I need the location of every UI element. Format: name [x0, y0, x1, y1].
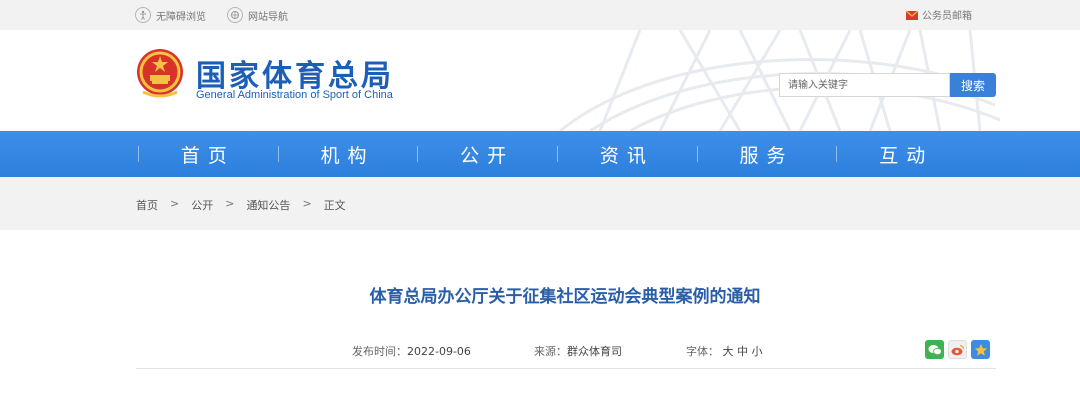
- breadcrumb-notices[interactable]: 通知公告: [246, 197, 290, 213]
- publish-date-value: 2022-09-06: [407, 345, 471, 358]
- nav-item-home[interactable]: 首页: [138, 131, 278, 177]
- wechat-share-button[interactable]: [925, 340, 944, 359]
- breadcrumb-home[interactable]: 首页: [136, 197, 158, 213]
- top-utility-bar: 无障碍浏览 网站导航 公务员邮箱: [0, 0, 1080, 30]
- accessibility-link[interactable]: 无障碍浏览: [135, 7, 206, 23]
- nav-item-news[interactable]: 资讯: [557, 131, 697, 177]
- mail-link[interactable]: 公务员邮箱: [906, 7, 972, 22]
- meta-divider: [136, 368, 996, 369]
- font-size-switcher: 字体： 大 中 小: [686, 343, 763, 359]
- national-emblem-logo: [137, 49, 183, 98]
- breadcrumb-separator: >: [170, 197, 180, 210]
- font-size-small-button[interactable]: 小: [752, 345, 763, 358]
- accessibility-label: 无障碍浏览: [156, 11, 206, 23]
- site-header: 国家体育总局 General Administration of Sport o…: [0, 30, 1080, 131]
- qzone-share-button[interactable]: [971, 340, 990, 359]
- accessibility-icon: [135, 7, 151, 23]
- site-title-english: General Administration of Sport of China: [196, 89, 393, 101]
- font-size-label: 字体：: [686, 345, 719, 358]
- mail-label: 公务员邮箱: [922, 11, 972, 22]
- source-value: 群众体育司: [567, 345, 622, 358]
- article-title: 体育总局办公厅关于征集社区运动会典型案例的通知: [369, 287, 761, 307]
- weibo-share-button[interactable]: [948, 340, 967, 359]
- wechat-icon: [928, 344, 942, 355]
- nav-item-services[interactable]: 服务: [696, 131, 837, 177]
- weibo-icon: [951, 344, 964, 355]
- main-nav: 首页 机构 公开 资讯 服务 互动: [0, 131, 1080, 177]
- article-source: 来源：群众体育司: [534, 343, 622, 359]
- publish-date: 发布时间：2022-09-06: [352, 343, 471, 359]
- source-label: 来源：: [534, 345, 567, 358]
- breadcrumb: 首页 > 公开 > 通知公告 > 正文: [136, 197, 346, 213]
- nav-item-interaction[interactable]: 互动: [836, 131, 976, 177]
- breadcrumb-separator: >: [302, 197, 312, 210]
- search-input[interactable]: [779, 73, 950, 97]
- qzone-icon: [974, 343, 987, 356]
- breadcrumb-public[interactable]: 公开: [191, 197, 213, 213]
- font-size-large-button[interactable]: 大: [723, 345, 734, 358]
- publish-date-label: 发布时间：: [352, 345, 407, 358]
- breadcrumb-bar: 首页 > 公开 > 通知公告 > 正文: [0, 177, 1080, 230]
- search-button[interactable]: 搜索: [950, 73, 996, 97]
- site-nav-icon: [227, 7, 243, 23]
- site-nav-link[interactable]: 网站导航: [227, 7, 288, 23]
- nav-item-public[interactable]: 公开: [417, 131, 557, 177]
- site-nav-label: 网站导航: [248, 11, 288, 23]
- font-size-medium-button[interactable]: 中: [737, 345, 748, 358]
- mail-icon: [906, 10, 918, 20]
- nav-item-organization[interactable]: 机构: [277, 131, 418, 177]
- breadcrumb-separator: >: [225, 197, 235, 210]
- breadcrumb-current: 正文: [323, 199, 346, 212]
